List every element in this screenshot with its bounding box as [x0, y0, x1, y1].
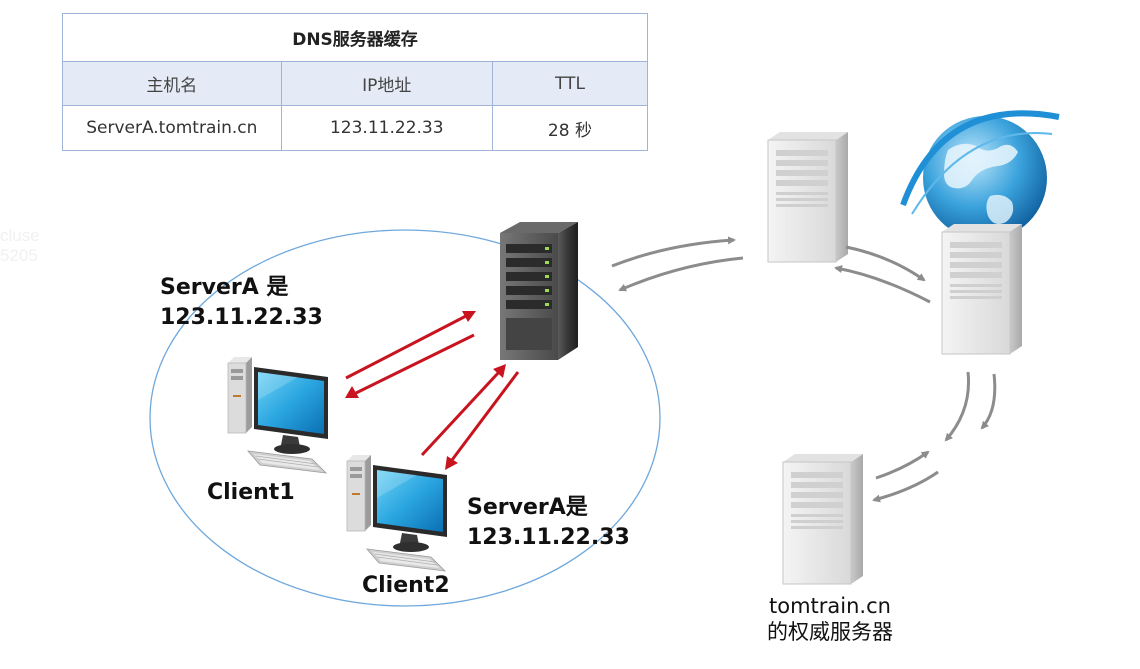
- cell-ip-address: 123.11.22.33: [280, 105, 493, 151]
- client2-answer-line-2: 123.11.22.33: [467, 525, 630, 550]
- globe-icon: [900, 110, 1060, 240]
- table-header-row: 主机名 IP地址 TTL: [62, 61, 649, 106]
- client1-label: Client1: [207, 480, 295, 505]
- client1-answer-label: ServerA 是 123.11.22.33: [160, 273, 323, 333]
- client1-answer-line-1: ServerA 是: [160, 275, 289, 300]
- client2-answer-line-1: ServerA是: [467, 495, 588, 520]
- client2-label: Client2: [362, 573, 450, 598]
- authoritative-label-line-1: tomtrain.cn: [769, 594, 891, 618]
- client2-computer-icon: [346, 454, 448, 572]
- client2-dns-arrows: [420, 364, 520, 470]
- table-row: ServerA.tomtrain.cn 123.11.22.33 28 秒: [62, 105, 649, 151]
- cell-hostname: ServerA.tomtrain.cn: [62, 105, 282, 151]
- local-dns-server-icon: [500, 222, 578, 360]
- client1-dns-arrows: [345, 311, 476, 398]
- intermediate-server-icon: [767, 131, 849, 263]
- table-title: DNS服务器缓存: [62, 13, 648, 62]
- header-ttl: TTL: [491, 61, 649, 106]
- dns-cache-diagram: cluse 5205 DNS服务器缓存 主机名 IP地址 TTL ServerA…: [0, 0, 1140, 669]
- client1-computer-icon: [227, 356, 329, 474]
- dns-cache-table: DNS服务器缓存 主机名 IP地址 TTL ServerA.tomtrain.c…: [62, 13, 649, 151]
- root-server-icon: [941, 223, 1023, 355]
- authoritative-label-line-2: 的权威服务器: [767, 620, 893, 644]
- header-hostname: 主机名: [62, 61, 282, 106]
- header-ip-address: IP地址: [280, 61, 493, 106]
- client2-answer-label: ServerA是 123.11.22.33: [467, 493, 630, 553]
- authoritative-server-label: tomtrain.cn 的权威服务器: [740, 593, 920, 645]
- table-title-row: DNS服务器缓存: [62, 13, 648, 62]
- dns-intermediate-arrows: [611, 236, 744, 292]
- client1-answer-line-2: 123.11.22.33: [160, 305, 323, 330]
- intermediate-root-arrows: [834, 245, 931, 304]
- authoritative-server-icon: [782, 453, 864, 585]
- cell-ttl: 28 秒: [491, 105, 649, 151]
- root-auth-arrows: [872, 371, 997, 503]
